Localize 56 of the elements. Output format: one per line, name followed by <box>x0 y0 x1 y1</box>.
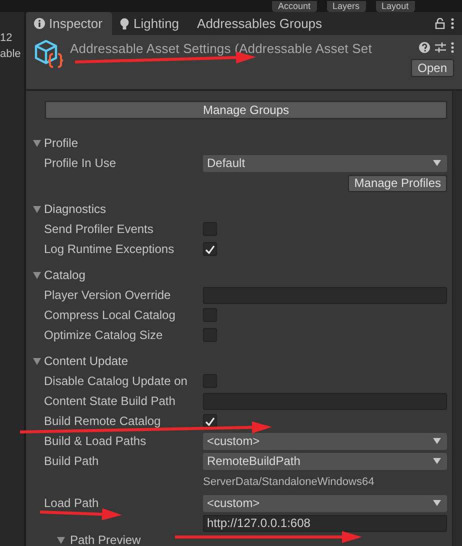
open-button[interactable]: Open <box>410 59 454 77</box>
field-label: Build & Load Paths <box>44 434 148 448</box>
dropdown[interactable]: Default <box>203 154 447 172</box>
sliders-icon[interactable] <box>435 42 446 53</box>
tab[interactable]: Lighting <box>112 12 190 35</box>
side-text: 12 <box>0 32 14 44</box>
menu-icon[interactable] <box>451 42 454 53</box>
check-icon <box>205 244 215 254</box>
section-title: Profile <box>44 136 78 150</box>
caret-icon <box>433 500 441 506</box>
info-icon <box>34 18 45 29</box>
caret-icon[interactable] <box>32 138 42 148</box>
caret-icon[interactable] <box>32 204 42 214</box>
toolbar-dropdown[interactable]: Layers <box>326 1 366 12</box>
field-label: Build Path <box>44 454 100 468</box>
asset-settings-icon <box>34 39 64 71</box>
caret-icon <box>433 438 441 444</box>
field-label: Send Profiler Events <box>44 222 154 236</box>
section-title: Content Update <box>44 354 128 368</box>
tab[interactable]: Inspector <box>26 12 112 35</box>
field-label: Disable Catalog Update on <box>44 374 188 388</box>
field-label: Profile In Use <box>44 156 118 170</box>
caret-icon <box>433 458 441 464</box>
side-text: able <box>0 48 22 60</box>
checkbox[interactable] <box>203 242 217 256</box>
field-label: Build Remote Catalog <box>44 414 162 428</box>
dropdown[interactable]: <custom> <box>203 432 447 450</box>
manage-groups-button[interactable]: Manage Groups <box>45 101 447 119</box>
manage-profiles-button[interactable]: Manage Profiles <box>348 174 447 192</box>
lock-icon[interactable] <box>435 18 445 29</box>
caret-icon[interactable] <box>32 356 42 366</box>
field-label: Content State Build Path <box>44 394 176 408</box>
field-label: Player Version Override <box>44 288 172 302</box>
asset-title: Addressable Asset Settings (Addressable Asset Set <box>70 41 373 56</box>
caret-icon <box>433 160 441 166</box>
text-field[interactable]: http://127.0.0.1:608 <box>203 514 447 532</box>
section-title: Catalog <box>44 268 86 282</box>
foldout-label: Path Preview <box>70 533 141 546</box>
toolbar-dropdown[interactable]: Layout <box>376 1 415 12</box>
check-icon <box>205 416 215 426</box>
field-label: Optimize Catalog Size <box>44 328 164 342</box>
section-title: Diagnostics <box>44 202 106 216</box>
lightbulb-icon <box>120 18 130 30</box>
path-text: ServerData/StandaloneWindows64 <box>203 476 374 488</box>
field-label: Log Runtime Exceptions <box>44 242 176 256</box>
help-icon[interactable] <box>419 42 430 53</box>
tab[interactable]: Addressables Groups <box>189 12 332 35</box>
dropdown[interactable]: RemoteBuildPath <box>203 452 447 470</box>
toolbar-dropdown[interactable]: Account <box>272 1 317 12</box>
menu-icon[interactable] <box>451 18 454 29</box>
field-label: Compress Local Catalog <box>44 308 176 322</box>
caret-icon[interactable] <box>32 270 42 280</box>
field-label: Load Path <box>44 496 100 510</box>
caret-icon[interactable] <box>56 535 66 545</box>
checkbox[interactable] <box>203 414 217 428</box>
dropdown[interactable]: <custom> <box>203 494 447 512</box>
